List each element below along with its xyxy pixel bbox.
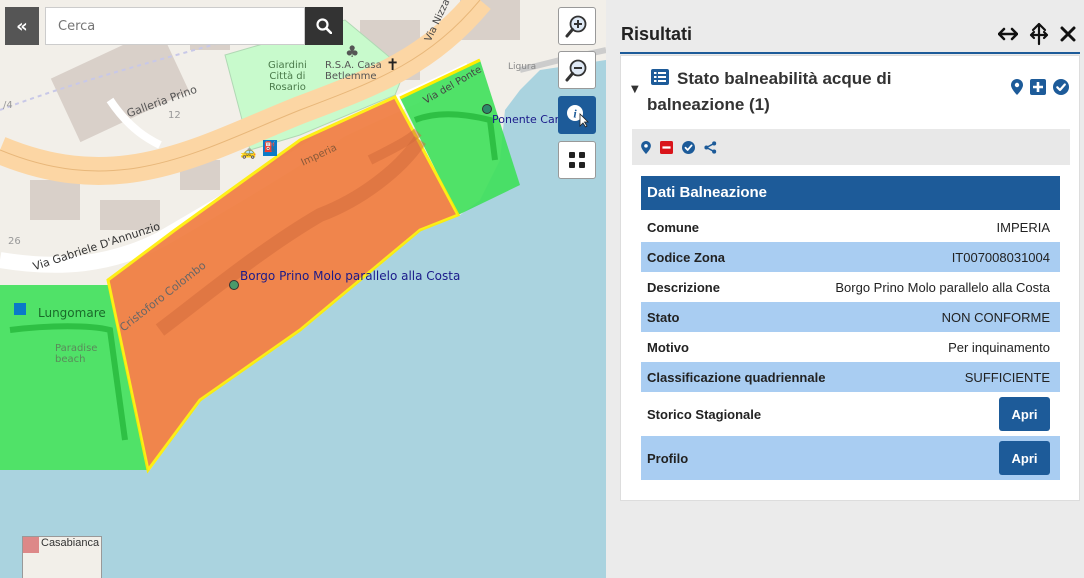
search-icon [316,18,332,34]
row-key: Codice Zona [647,249,726,265]
remove-square-icon[interactable] [660,140,673,154]
row-key: Storico Stagionale [647,406,762,422]
check-circle-icon[interactable] [1053,79,1069,95]
poi-label-ponente: Ponente Car [492,113,560,126]
result-card: ▼ Stato balneabilità acque di balneazion… [620,55,1080,501]
caret-down-icon[interactable]: ▼ [631,84,639,95]
road-label-lungomare: Lungomare [38,306,106,320]
storico-open-button[interactable]: Apri [999,397,1050,431]
table-row: Comune IMPERIA [641,212,1060,242]
church-icon: ✝ [386,55,400,74]
zoom-out-button[interactable] [558,51,596,89]
row-value: Borgo Prino Molo parallelo alla Costa [835,279,1050,295]
results-panel: Risultati ▼ Stato balneabilità acque di … [606,0,1084,578]
layer-actions [1011,79,1069,95]
poi-label-rsa: R.S.A. Casa Betlemme [325,60,382,82]
park-label-giardini: Giardini Città di Rosario [268,60,307,93]
attributes-table: Comune IMPERIA Codice Zona IT00700803100… [641,212,1060,480]
table-row: Motivo Per inquinamento [641,332,1060,362]
row-key: Classificazione quadriennale [647,369,826,385]
collapse-panel-button[interactable]: « [5,7,39,45]
grid-icon [569,152,585,168]
house-number: 26 [8,236,21,247]
poi-label-paradise: Paradise beach [55,343,98,365]
overview-minimap[interactable]: Casabianca [22,536,102,578]
resize-horizontal-icon[interactable] [998,27,1018,41]
profilo-open-button[interactable]: Apri [999,441,1050,475]
zoom-out-icon [565,59,587,82]
row-key: Descrizione [647,279,720,295]
apps-menu-button[interactable] [558,141,596,179]
section-title: Dati Balneazione [641,176,1060,210]
layer-name: Stato balneabilità acque di balneazione … [647,69,892,114]
zoom-in-icon [565,15,587,38]
check-circle-icon[interactable] [682,140,695,154]
row-key: Motivo [647,339,689,355]
house-number: /4 [3,100,13,111]
close-icon[interactable] [1060,26,1076,42]
road-label-ligura: Ligura [508,62,537,72]
identify-tool-button[interactable]: i [558,96,596,134]
table-row: Storico Stagionale Apri [641,392,1060,436]
search-button[interactable] [305,7,343,45]
table-row: Classificazione quadriennale SUFFICIENTE [641,362,1060,392]
feature-toolbar [632,129,1070,165]
house-number: 12 [168,110,181,121]
search-input[interactable] [45,7,305,45]
dock-pin-icon[interactable] [1028,22,1050,46]
share-icon[interactable] [704,140,717,154]
map-view[interactable]: Via Gabriele D'Annunzio Cristoforo Colom… [0,0,606,578]
map-marker-icon[interactable] [1011,79,1023,95]
info-cursor-icon: i [567,105,589,128]
panel-toolbar [998,22,1076,46]
layer-header[interactable]: ▼ Stato balneabilità acque di balneazion… [621,56,1079,118]
minimap-marker [23,537,39,553]
row-key: Profilo [647,450,689,466]
row-value: SUFFICIENTE [964,369,1050,385]
row-key: Comune [647,219,699,235]
map-marker-icon[interactable] [641,140,651,154]
table-row: Codice Zona IT007008031004 [641,242,1060,272]
row-value: Per inquinamento [948,339,1050,355]
poi-label-borgo: Borgo Prino Molo parallelo alla Costa [240,269,461,283]
minimap-label: Casabianca [41,537,100,549]
row-value: NON CONFORME [941,309,1050,325]
panel-title: Risultati [621,24,693,44]
taxi-icon: 🚕 [240,145,257,160]
row-value: IMPERIA [996,219,1050,235]
panel-divider [620,52,1080,54]
row-value: IT007008031004 [951,249,1050,265]
table-row: Stato NON CONFORME [641,302,1060,332]
table-row: Descrizione Borgo Prino Molo parallelo a… [641,272,1060,302]
parking-icon [14,303,26,315]
zoom-in-button[interactable] [558,7,596,45]
table-row: Profilo Apri [641,436,1060,480]
add-square-icon[interactable] [1030,79,1046,95]
fuel-icon: ⛽ [263,140,277,156]
row-key: Stato [647,309,680,325]
school-icon: ♣ [345,42,360,61]
